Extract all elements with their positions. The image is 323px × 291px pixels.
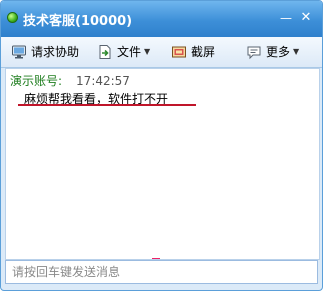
toolbar: 请求协助 文件 ▼ 截屏 更多 ▼ (1, 37, 322, 68)
request-help-button[interactable]: 请求协助 (11, 43, 79, 61)
monitor-icon (12, 45, 26, 59)
file-send-icon (99, 45, 111, 59)
splitter-mark (152, 258, 160, 259)
message-input[interactable] (6, 261, 317, 283)
more-label: 更多 (266, 45, 291, 59)
title-bar[interactable]: 技术客服(10000) — ✕ (1, 1, 322, 37)
request-help-label: 请求协助 (31, 45, 80, 59)
chat-window: 技术客服(10000) — ✕ 请求协助 文件 ▼ 截屏 更多 ▼ 演示账号: … (0, 0, 323, 291)
red-underline-annotation (18, 104, 196, 106)
chevron-down-icon: ▼ (293, 47, 300, 56)
message-input-box[interactable] (5, 260, 318, 284)
message-time: 17:42:57 (76, 74, 130, 88)
message-history[interactable]: 演示账号: 17:42:57 麻烦帮我看看，软件打不开 (5, 68, 320, 260)
message-sender: 演示账号: (10, 74, 63, 88)
chat-bubble-icon (247, 46, 261, 60)
minimize-button[interactable]: — (278, 10, 294, 26)
screenshot-label: 截屏 (191, 45, 216, 59)
more-menu-button[interactable]: 更多 ▼ (246, 43, 299, 61)
chevron-down-icon: ▼ (144, 47, 151, 56)
screenshot-button[interactable]: 截屏 (171, 43, 215, 61)
file-label: 文件 (117, 45, 142, 59)
online-status-icon (7, 12, 18, 23)
screenshot-icon (172, 46, 186, 58)
message-header: 演示账号: 17:42:57 (10, 72, 130, 89)
close-button[interactable]: ✕ (298, 10, 314, 26)
file-menu-button[interactable]: 文件 ▼ (97, 43, 150, 61)
window-title: 技术客服(10000) (23, 14, 133, 29)
